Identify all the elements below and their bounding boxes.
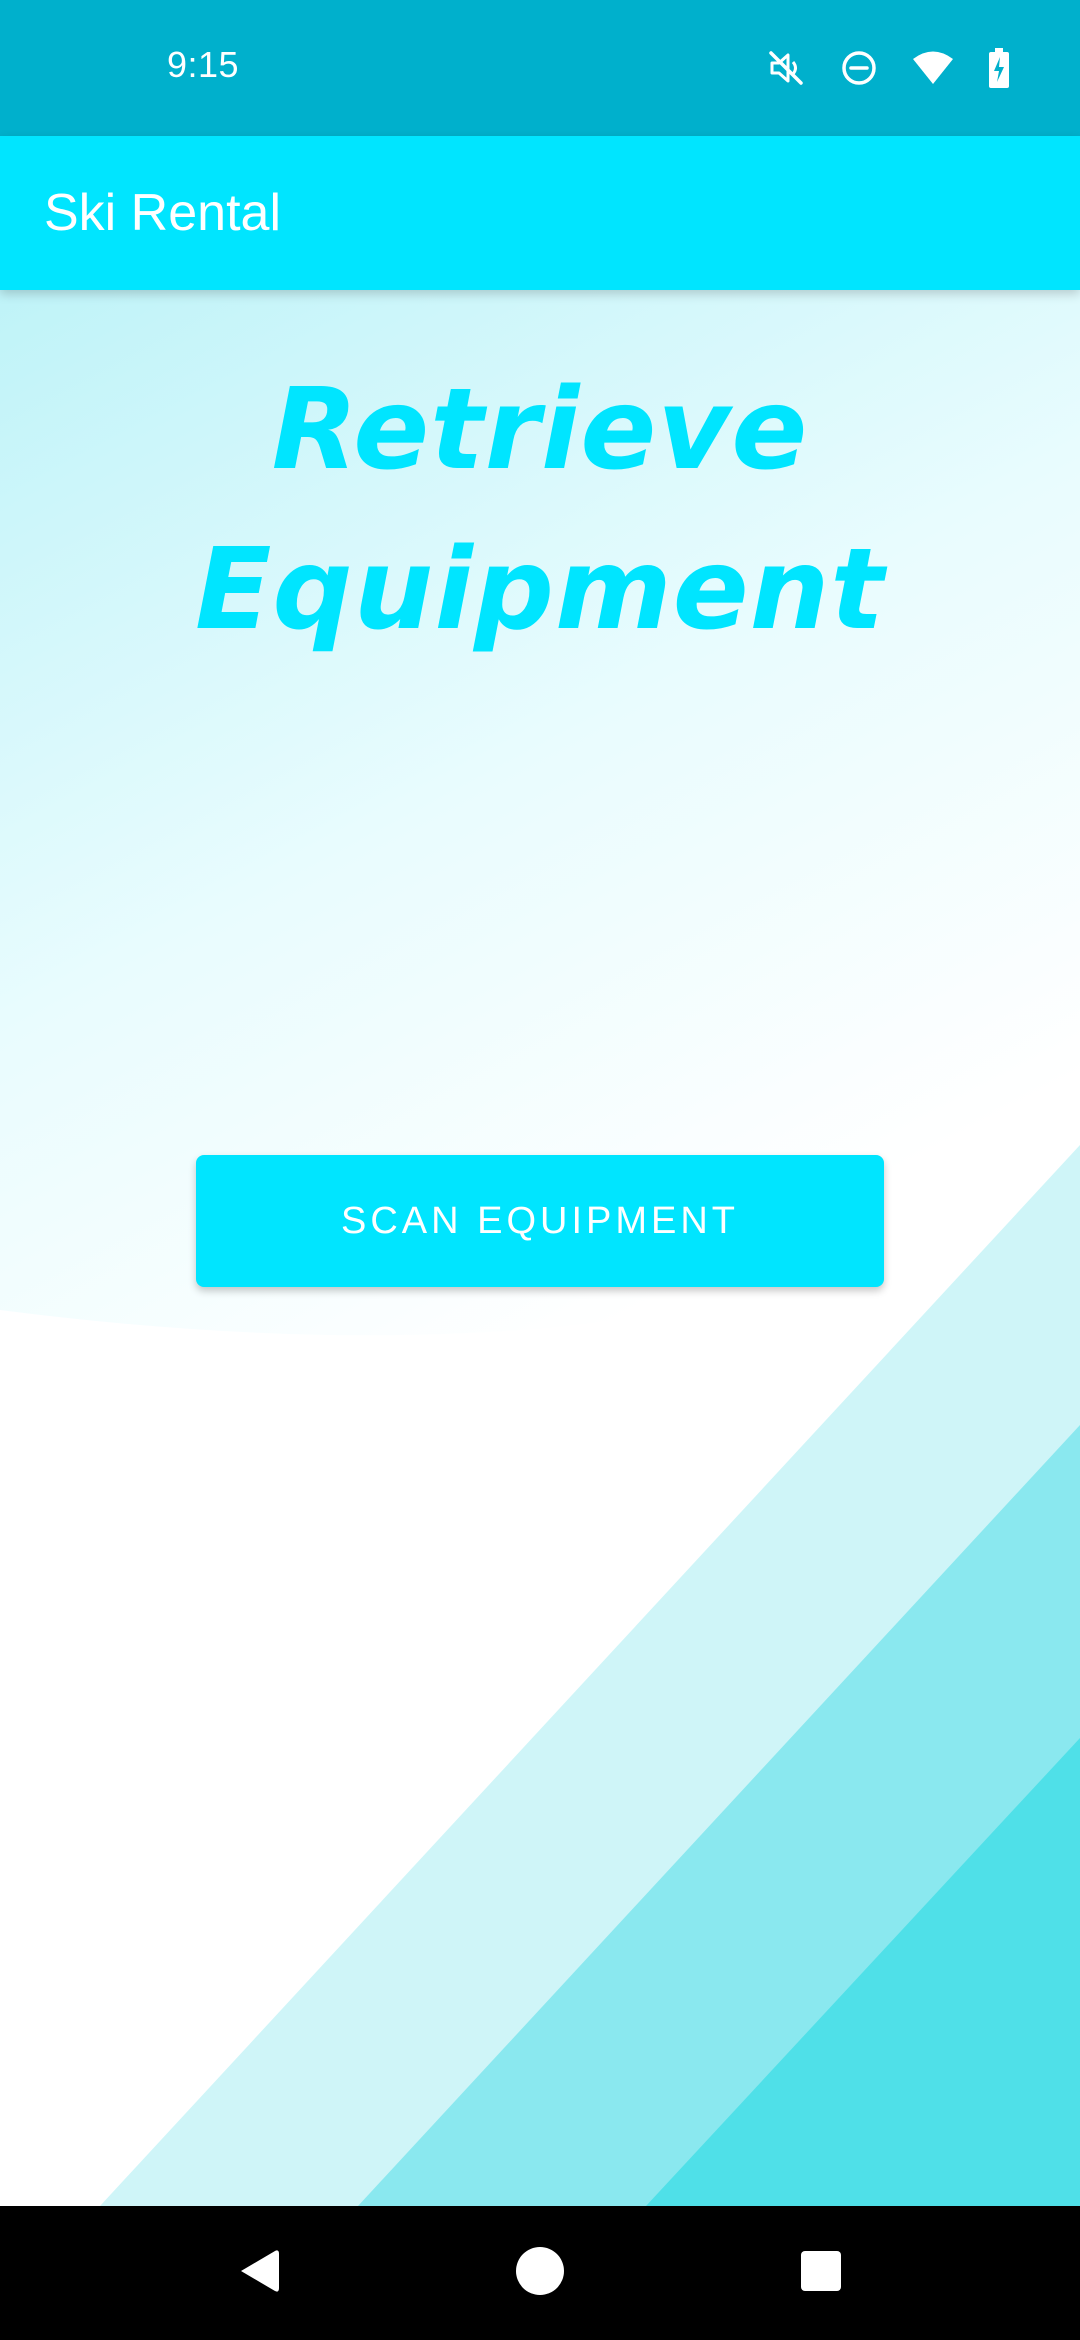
status-icons [766, 46, 1010, 90]
recents-button[interactable] [754, 2206, 888, 2340]
scan-equipment-button[interactable]: SCAN EQUIPMENT [196, 1155, 884, 1287]
navigation-bar [0, 2206, 1080, 2340]
page-heading: Retrieve Equipment [0, 350, 1080, 670]
app-title: Ski Rental [44, 184, 281, 242]
wifi-icon [912, 50, 954, 86]
home-icon [513, 2244, 567, 2303]
battery-charging-icon [988, 48, 1010, 88]
heading-line-equipment: Equipment [195, 525, 885, 655]
recents-icon [799, 2249, 843, 2298]
app-bar: Ski Rental [0, 136, 1080, 290]
home-button[interactable] [473, 2206, 607, 2340]
do-not-disturb-icon [840, 49, 878, 87]
mute-icon [766, 48, 806, 88]
back-icon [235, 2245, 283, 2302]
main-content: Retrieve Equipment SCAN EQUIPMENT [0, 290, 1080, 2206]
heading-line-retrieve: Retrieve [271, 365, 809, 495]
status-time: 9:15 [167, 44, 240, 85]
screen: 9:15 Ski Rental Retrieve Equipment SCAN … [0, 0, 1080, 2340]
back-button[interactable] [192, 2206, 326, 2340]
status-bar: 9:15 [0, 0, 1080, 136]
